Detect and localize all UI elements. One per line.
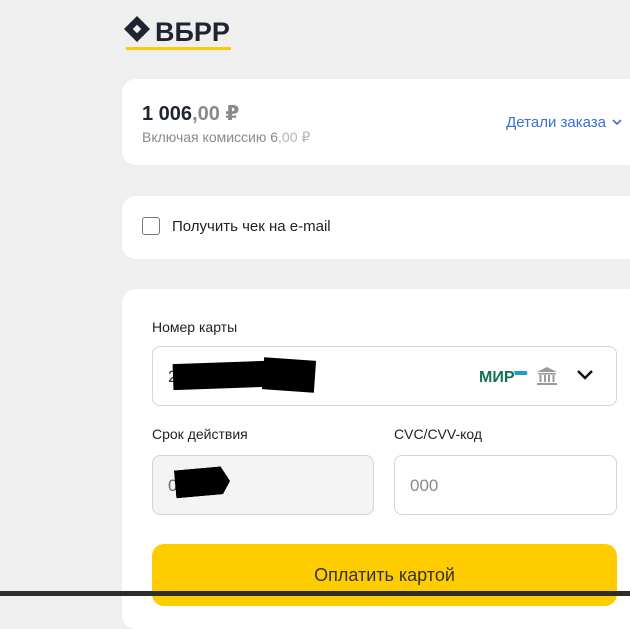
expiry-label: Срок действия xyxy=(152,426,248,442)
expiry-input[interactable]: 08/34 xyxy=(152,455,374,515)
receipt-card: Получить чек на e-mail xyxy=(122,196,630,259)
email-receipt-checkbox[interactable] xyxy=(142,217,160,235)
bottom-divider xyxy=(0,591,630,596)
payment-card: Номер карты 2 0 МИР Срок действия 08/34 … xyxy=(122,289,630,629)
logo-pinwheel-icon xyxy=(124,16,150,42)
order-amount: 1 006,00 ₽ xyxy=(142,101,239,126)
card-number-input[interactable]: 2 0 МИР xyxy=(152,346,617,406)
mir-logo-text: МИР xyxy=(479,369,515,386)
cvc-placeholder: 000 xyxy=(410,476,439,495)
amount-cents: ,00 ₽ xyxy=(192,103,240,125)
chevron-down-icon xyxy=(612,119,622,126)
pay-by-card-button[interactable]: Оплатить картой xyxy=(152,544,617,606)
card-number-label: Номер карты xyxy=(152,319,238,335)
mir-logo-icon: МИР xyxy=(479,369,528,386)
order-details-link[interactable]: Детали заказа xyxy=(506,114,622,131)
redaction-block xyxy=(174,466,231,499)
bank-icon xyxy=(537,367,557,385)
email-receipt-label[interactable]: Получить чек на e-mail xyxy=(172,218,331,235)
commission-cents: ,00 ₽ xyxy=(278,129,311,145)
commission-text: Включая комиссию 6,00 ₽ xyxy=(142,129,310,146)
order-details-label: Детали заказа xyxy=(506,114,606,131)
cvc-input[interactable]: 000 xyxy=(394,455,617,515)
cvc-label: CVC/CVV-код xyxy=(394,426,483,442)
commission-main: Включая комиссию 6 xyxy=(142,129,279,145)
brand-name: ВБРР xyxy=(155,17,230,47)
amount-main: 1 006 xyxy=(142,103,193,125)
redaction-block xyxy=(261,357,317,393)
order-summary-card: 1 006,00 ₽ Включая комиссию 6,00 ₽ Детал… xyxy=(122,79,630,165)
chevron-down-icon[interactable] xyxy=(576,368,594,382)
brand-underline xyxy=(126,47,231,50)
